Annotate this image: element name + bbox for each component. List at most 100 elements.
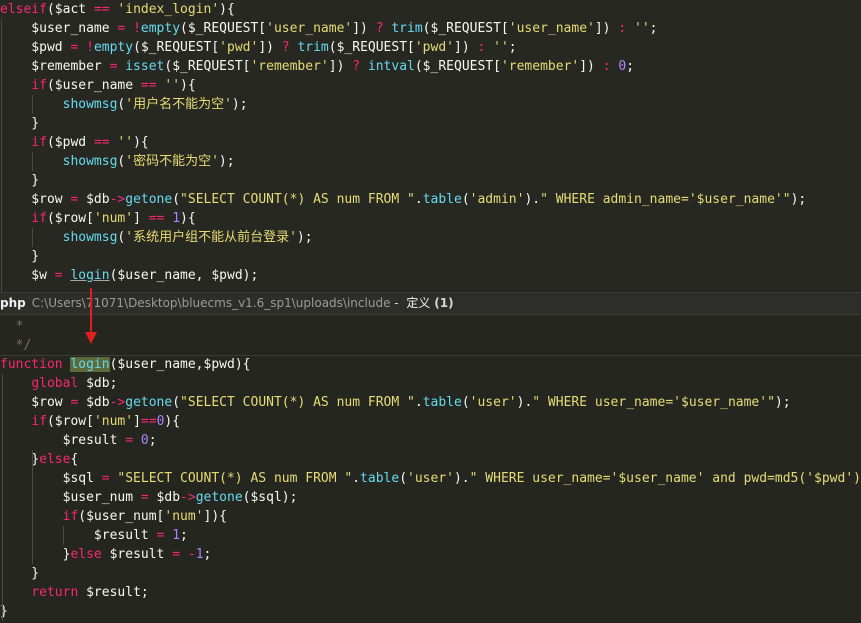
peek-code-line[interactable]: return $result; — [0, 583, 861, 602]
top-code-line[interactable]: $w = login($user_name, $pwd); — [0, 266, 861, 285]
peek-code-line[interactable]: }else $result = -1; — [0, 545, 861, 564]
peek-code-line[interactable]: }else{ — [0, 450, 861, 469]
code-token: " WHERE admin_name='$user_name'" — [540, 192, 791, 207]
code-token: ){ — [180, 211, 196, 226]
code-token: ! — [86, 40, 94, 55]
peek-code-line[interactable]: } — [0, 564, 861, 583]
code-token: = — [172, 547, 181, 562]
code-token: $sql — [0, 471, 102, 486]
code-token: '系统用户组不能从前台登录' — [125, 230, 297, 245]
code-token: : — [618, 21, 627, 36]
code-token: ); — [790, 192, 807, 207]
code-token: ]) — [352, 21, 376, 36]
code-token: $db — [148, 490, 181, 505]
top-code-line[interactable]: } — [0, 247, 861, 266]
code-token: == — [93, 135, 110, 150]
code-token: global — [31, 376, 79, 391]
code-token: '密码不能为空' — [125, 154, 219, 169]
peek-code-line[interactable]: $user_num = $db->getone($sql); — [0, 488, 861, 507]
peek-definition-label: 定义 — [406, 296, 435, 310]
code-token: $result — [0, 528, 157, 543]
code-token: 'user_name' — [508, 21, 595, 36]
peek-editor-pane[interactable]: * */ function login($user_name,$pwd){ glo… — [0, 315, 861, 623]
code-token: ]) — [328, 59, 353, 74]
code-token: ($_REQUEST[ — [414, 59, 501, 74]
top-code-line[interactable]: showmsg('系统用户组不能从前台登录'); — [0, 228, 861, 247]
top-code-line[interactable]: $remember = isset($_REQUEST['remember'])… — [0, 57, 861, 76]
code-token: '' — [634, 21, 650, 36]
code-token: ] — [133, 414, 141, 429]
top-code-line[interactable]: elseif($act == 'index_login'){ — [0, 0, 861, 19]
code-token: . — [414, 192, 423, 207]
code-token: ( — [399, 471, 408, 486]
top-code-line[interactable]: if($row['num'] == 1){ — [0, 209, 861, 228]
top-code-line[interactable]: if($user_name == ''){ — [0, 76, 861, 95]
peek-code-line[interactable]: $result = 0; — [0, 431, 861, 450]
indent-guide — [1, 19, 2, 292]
code-token: if — [31, 211, 47, 226]
code-token: */ — [0, 338, 32, 353]
code-token: " WHERE user_name='$user_name'" — [532, 395, 775, 410]
peek-definition-bar[interactable]: php C:\Users\71071\Desktop\bluecms_v1.6_s… — [0, 292, 861, 315]
peek-code-line[interactable]: } — [0, 602, 861, 621]
indent-guide — [32, 228, 33, 247]
peek-code-line[interactable]: if($user_num['num']){ — [0, 507, 861, 526]
code-token: 'num' — [164, 509, 204, 524]
code-token: ($user_name — [46, 78, 141, 93]
code-token: ($row[ — [46, 211, 94, 226]
peek-code-line[interactable]: if($row['num']==0){ — [0, 412, 861, 431]
code-token: $row — [0, 192, 71, 207]
code-token: if — [62, 509, 79, 524]
top-code-line[interactable]: if($pwd == ''){ — [0, 133, 861, 152]
top-code-line[interactable]: $pwd = !empty($_REQUEST['pwd']) ? trim($… — [0, 38, 861, 57]
code-token: -> — [180, 490, 196, 505]
code-token: else — [70, 547, 102, 562]
code-token: 'remember' — [250, 59, 329, 74]
code-token: '用户名不能为空' — [125, 97, 232, 112]
code-token: empty — [93, 40, 134, 55]
peek-code-line[interactable]: function login($user_name,$pwd){ — [0, 355, 861, 374]
code-token: $db; — [78, 376, 118, 391]
code-token: "SELECT COUNT(*) AS num FROM " — [180, 395, 415, 410]
code-token: $db — [78, 192, 110, 207]
code-token: ; — [180, 528, 188, 543]
code-token: login — [70, 268, 110, 283]
code-token: ! — [133, 21, 141, 36]
code-token: * — [0, 319, 32, 334]
code-token: trim — [297, 40, 329, 55]
top-code-line[interactable]: $row = $db->getone("SELECT COUNT(*) AS n… — [0, 190, 861, 209]
code-token: getone — [125, 395, 173, 410]
code-token: $result — [101, 547, 173, 562]
code-token: ; — [626, 59, 635, 74]
code-token: ). — [453, 471, 470, 486]
code-token: ($user_name,$pwd){ — [109, 357, 251, 372]
code-token: = — [140, 490, 149, 505]
code-token: } — [0, 566, 40, 581]
code-token: login — [70, 357, 110, 372]
code-token: ($pwd — [46, 135, 94, 150]
peek-code-line[interactable]: $sql = "SELECT COUNT(*) AS num FROM ".ta… — [0, 469, 861, 488]
peek-code-line[interactable]: * — [0, 317, 861, 336]
code-token: $w — [0, 268, 55, 283]
code-token: function — [0, 357, 63, 372]
peek-code-line[interactable]: global $db; — [0, 374, 861, 393]
top-code-line[interactable]: showmsg('密码不能为空'); — [0, 152, 861, 171]
code-token: trim — [391, 21, 423, 36]
top-code-line[interactable]: } — [0, 171, 861, 190]
peek-code-line[interactable]: */ — [0, 336, 861, 355]
editor-top-pane[interactable]: elseif($act == 'index_login'){ $user_nam… — [0, 0, 861, 292]
top-code-line[interactable]: } — [0, 114, 861, 133]
code-token: showmsg — [62, 97, 118, 112]
code-token: = — [54, 268, 63, 283]
top-code-line[interactable]: showmsg('用户名不能为空'); — [0, 95, 861, 114]
peek-code-line[interactable]: $result = 1; — [0, 526, 861, 545]
code-token: 0 — [140, 433, 149, 448]
code-token: table — [422, 192, 462, 207]
top-code-line[interactable]: $user_name = !empty($_REQUEST['user_name… — [0, 19, 861, 38]
code-token: ){ — [164, 414, 181, 429]
peek-code-line[interactable]: $row = $db->getone("SELECT COUNT(*) AS n… — [0, 393, 861, 412]
code-token: $row — [0, 395, 71, 410]
indent-guide — [63, 526, 64, 545]
code-token: $remember — [0, 59, 110, 74]
